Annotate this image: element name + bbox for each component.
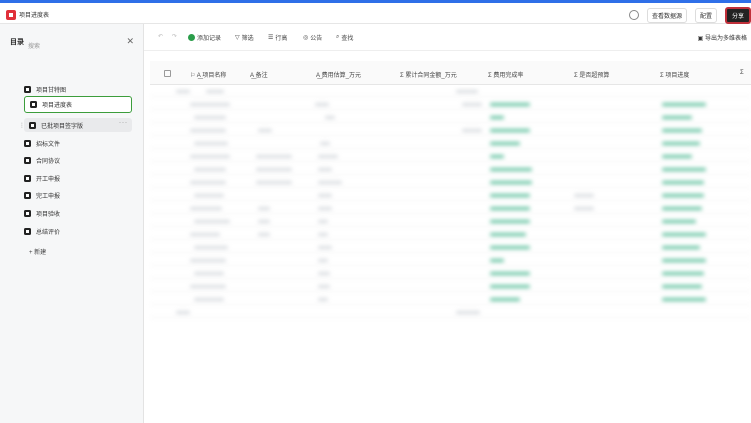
drag-handle-icon[interactable]: ⋮: [19, 122, 25, 130]
filter-icon: ▽: [235, 35, 240, 41]
column-header-budget[interactable]: A͟ 费用估算_万元: [316, 70, 361, 79]
search-icon: ⌕: [336, 34, 340, 40]
view-datasource-button[interactable]: 查看数据源: [646, 7, 687, 23]
table-row[interactable]: [150, 85, 751, 97]
table-icon: [24, 209, 31, 217]
table-icon: [29, 121, 36, 129]
row-height-label: 行高: [275, 36, 288, 42]
sidebar-item-evaluation[interactable]: 总结评价: [24, 224, 132, 238]
window-title: 项目进度表: [19, 13, 50, 19]
sidebar-item-label: 已批项目签字版: [41, 123, 84, 130]
new-button[interactable]: + 新建: [29, 247, 46, 256]
row-height-button[interactable]: ☰ 行高: [268, 33, 287, 42]
col-label: 项目名称: [202, 73, 227, 79]
table-row[interactable]: [150, 137, 751, 149]
title-bar: 项目进度表 查看数据源 配置 分享: [0, 0, 751, 24]
table-row[interactable]: [150, 254, 751, 266]
sidebar-item-label: 招标文件: [36, 141, 61, 148]
sidebar-item-label: 合同协议: [36, 158, 61, 165]
sidebar-item-start[interactable]: 开工申报: [24, 171, 132, 185]
announcement-icon: ◎: [303, 35, 309, 41]
sidebar-item-label: 总结评价: [36, 229, 61, 236]
find-label: 查找: [341, 36, 354, 42]
column-header-contract[interactable]: Σ 累计合同金额_万元: [400, 70, 457, 79]
sidebar-item-progress[interactable]: 项目进度表: [24, 96, 132, 113]
table-row[interactable]: [150, 202, 751, 214]
column-header-note[interactable]: A͟ 备注: [250, 70, 268, 79]
table-row[interactable]: [150, 280, 751, 292]
table-row[interactable]: [150, 150, 751, 162]
column-header-more[interactable]: Σ: [740, 70, 744, 76]
toolbar: ↶ ↷ 添加记录 ▽ 筛选 ☰ 行高 ◎ 公告 ⌕ 查找 ▣ 导出为多维表格: [144, 24, 751, 51]
filter-button[interactable]: ▽ 筛选: [235, 33, 254, 42]
app-icon: [6, 10, 16, 20]
table-row[interactable]: [150, 267, 751, 279]
sidebar-item-label: 项目验收: [36, 211, 61, 218]
announcement-button[interactable]: ◎ 公告: [303, 33, 322, 42]
table-icon: [24, 191, 31, 199]
sidebar-item-finish[interactable]: 完工申报: [24, 188, 132, 202]
table-icon: [24, 85, 31, 93]
add-record-button[interactable]: 添加记录: [188, 33, 221, 42]
table-row[interactable]: [150, 124, 751, 136]
col-label: 费用估算_万元: [321, 73, 362, 79]
data-grid: ⚐ A͟ 项目名称 A͟ 备注 A͟ 费用估算_万元 Σ 累计合同金额_万元 Σ…: [144, 61, 751, 423]
column-header-completion[interactable]: Σ 费用完成率: [488, 70, 523, 79]
table-icon: [24, 227, 31, 235]
sidebar-item-acceptance[interactable]: 项目验收: [24, 206, 132, 220]
table-row[interactable]: [150, 111, 751, 123]
share-button[interactable]: 分享: [724, 6, 751, 24]
table-row[interactable]: [150, 215, 751, 227]
bell-icon[interactable]: [628, 10, 639, 20]
sidebar-item-label: 项目甘特图: [36, 87, 67, 94]
column-header-over-budget[interactable]: Σ 是否超预算: [574, 70, 609, 79]
undo-icon[interactable]: ↶: [158, 33, 163, 40]
table-row[interactable]: [150, 241, 751, 253]
search-icon: ⌕: [18, 40, 22, 47]
table-icon: [24, 156, 31, 164]
column-header-name[interactable]: ⚐ A͟ 项目名称: [190, 70, 226, 79]
sidebar-search[interactable]: ⌕ 搜索: [18, 40, 132, 52]
table-row[interactable]: [150, 293, 751, 305]
table-row[interactable]: [150, 306, 751, 318]
sidebar-item-label: 项目进度表: [42, 103, 73, 109]
add-record-label: 添加记录: [197, 36, 222, 42]
column-header-progress[interactable]: Σ 项目进度: [660, 70, 689, 79]
sidebar-item-contract[interactable]: 合同协议: [24, 153, 132, 167]
sidebar-item-gantt[interactable]: 项目甘特图: [24, 82, 132, 96]
sidebar-item-label: 开工申报: [36, 176, 61, 183]
config-button[interactable]: 配置: [694, 7, 717, 23]
col-label: 是否超预算: [579, 73, 610, 79]
table-body: [150, 85, 751, 385]
row-height-icon: ☰: [268, 35, 274, 41]
announcement-label: 公告: [310, 36, 323, 42]
top-actions: 查看数据源 配置 分享: [628, 6, 751, 24]
table-row[interactable]: [150, 98, 751, 110]
filter-label: 筛选: [241, 36, 254, 42]
export-icon: ▣: [697, 36, 705, 42]
select-all-checkbox[interactable]: [164, 70, 171, 77]
sidebar-item-bidding[interactable]: 招标文件: [24, 136, 132, 150]
table-row[interactable]: [150, 189, 751, 201]
col-label: 累计合同金额_万元: [405, 73, 457, 79]
sidebar-item-label: 完工申报: [36, 193, 61, 200]
export-button[interactable]: ▣ 导出为多维表格: [698, 33, 747, 42]
redo-icon[interactable]: ↷: [172, 33, 177, 40]
export-label: 导出为多维表格: [704, 36, 747, 42]
col-label: 项目进度: [665, 73, 690, 79]
table-icon: [24, 174, 31, 182]
plus-circle-icon: [188, 34, 195, 41]
col-label: 费用完成率: [493, 73, 524, 79]
more-icon[interactable]: ···: [119, 120, 128, 126]
search-placeholder: 搜索: [28, 44, 41, 50]
table-header: ⚐ A͟ 项目名称 A͟ 备注 A͟ 费用估算_万元 Σ 累计合同金额_万元 Σ…: [150, 61, 751, 85]
sidebar-item-signed[interactable]: 已批项目签字版 ···: [24, 118, 132, 132]
table-row[interactable]: [150, 163, 751, 175]
col-label: 备注: [255, 73, 268, 79]
table-row[interactable]: [150, 228, 751, 240]
table-icon: [30, 101, 37, 108]
find-button[interactable]: ⌕ 查找: [336, 33, 353, 42]
table-icon: [24, 139, 31, 147]
table-row[interactable]: [150, 176, 751, 188]
